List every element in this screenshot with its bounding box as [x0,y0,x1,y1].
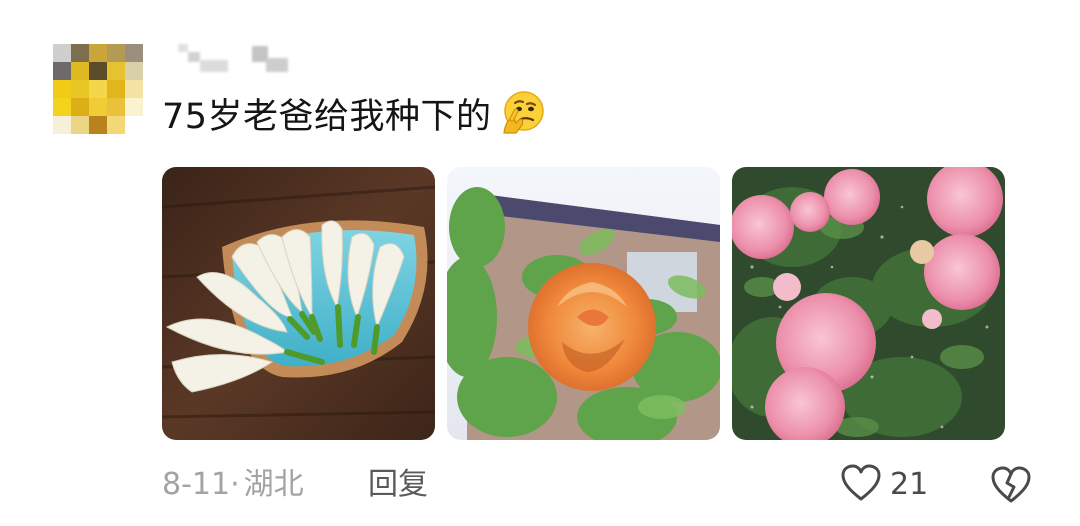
comment-meta: 8-11· 湖北 [162,462,304,508]
comment-text: 75岁老爸给我种下的 [162,96,492,137]
username-blurred[interactable] [178,44,298,74]
photo-grid [162,167,1005,440]
reply-button[interactable]: 回复 [368,462,428,508]
comment-item: 75岁老爸给我种下的 8-11· 湖北 回复 21 [0,0,1080,526]
photo-white-flowers[interactable] [162,167,435,440]
heart-icon [840,463,882,507]
comment-footer: 8-11· 湖北 回复 21 [162,462,1042,508]
dislike-button[interactable] [990,465,1032,505]
broken-heart-icon [990,466,1032,509]
comment-location: 湖北 [243,467,304,502]
like-button[interactable]: 21 [840,462,928,508]
photo-pink-roses[interactable] [732,167,1005,440]
meta-separator: · [230,467,240,502]
avatar[interactable] [53,44,143,134]
thinking-face-icon [498,89,546,137]
comment-date: 8-11 [162,467,231,502]
comment-content: 75岁老爸给我种下的 [162,88,546,138]
photo-orange-rose[interactable] [447,167,720,440]
like-count: 21 [890,467,929,502]
